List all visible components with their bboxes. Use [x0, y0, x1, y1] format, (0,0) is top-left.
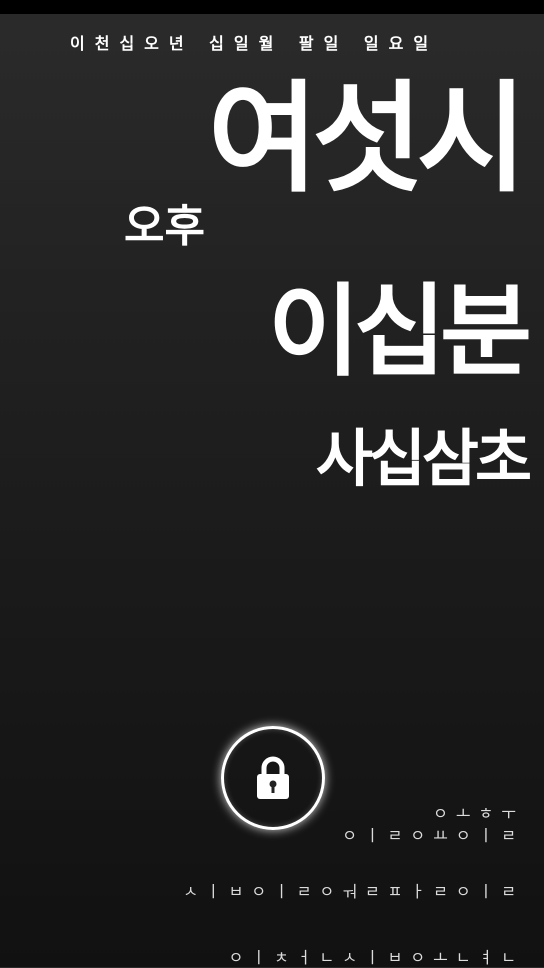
- status-bar: [0, 0, 544, 14]
- unlock-button[interactable]: [221, 726, 325, 830]
- ampm-label: 오후: [124, 201, 205, 252]
- hour-text: 여섯시: [208, 70, 527, 209]
- second-text: 사십삼초: [315, 422, 532, 495]
- minute-text: 이십분: [268, 273, 532, 390]
- padlock-icon: [253, 755, 293, 801]
- date-text: 이천십오년 십일월 팔일 일요일: [70, 34, 439, 53]
- info-line-month-day: ㅅㅣㅂㅇㅣㄹㅇㅝㄹㅍㅏㄹㅇㅣㄹ: [183, 882, 524, 901]
- info-line-year: ㅇㅣㅊㅓㄴㅅㅣㅂㅇㅗㄴㅕㄴ: [228, 948, 524, 967]
- info-line-ampm: ㅇㅗㅎㅜ: [433, 804, 524, 823]
- info-line-weekday: ㅇㅣㄹㅇㅛㅇㅣㄹ: [342, 826, 524, 845]
